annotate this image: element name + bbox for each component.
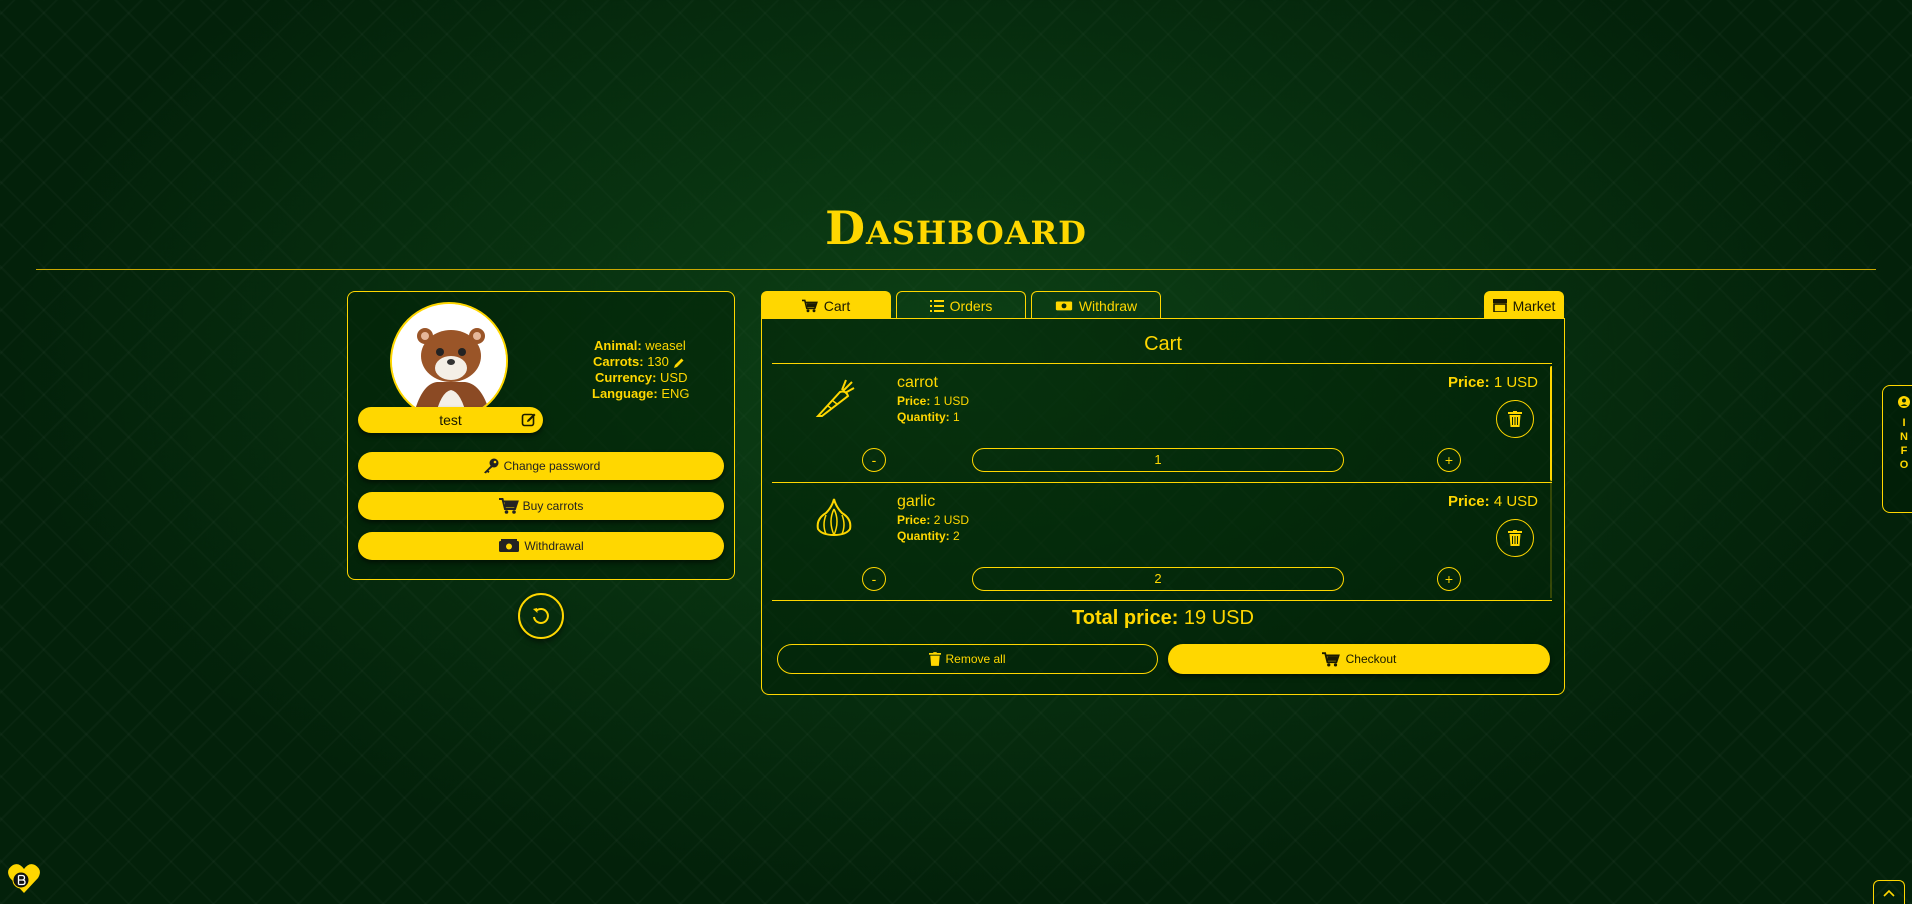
- increase-quantity-button[interactable]: +: [1437, 448, 1461, 472]
- scroll-to-top-button[interactable]: [1873, 880, 1905, 904]
- money-icon: [1055, 301, 1072, 311]
- cart-scrollbar[interactable]: [1550, 366, 1552, 598]
- decrease-quantity-button[interactable]: -: [862, 567, 886, 591]
- quantity-input[interactable]: 2: [972, 567, 1344, 591]
- chevron-up-icon: [1883, 889, 1895, 897]
- cart-icon: [801, 299, 818, 312]
- avatar: [390, 302, 508, 420]
- item-quantity: Quantity: 2: [897, 529, 960, 543]
- user-circle-icon: [1898, 396, 1910, 408]
- quantity-input[interactable]: 1: [972, 448, 1344, 472]
- profile-card: test Animal: weasel Carrots: 130 Currenc…: [347, 291, 735, 580]
- cart-title: Cart: [1144, 333, 1182, 355]
- garlic-icon: [816, 498, 852, 537]
- carrot-icon: [815, 379, 855, 417]
- store-icon: [1492, 299, 1507, 312]
- increase-quantity-button[interactable]: +: [1437, 567, 1461, 591]
- change-password-button[interactable]: Change password: [358, 452, 724, 480]
- tab-market[interactable]: Market: [1484, 291, 1564, 319]
- buy-carrots-button[interactable]: Buy carrots: [358, 492, 724, 520]
- remove-all-button[interactable]: Remove all: [777, 644, 1158, 674]
- cart-item-carrot: carrot Price: 1 USD Quantity: 1 Price: 1…: [772, 364, 1552, 482]
- edit-username-icon[interactable]: [521, 412, 537, 428]
- cart-item-garlic: garlic Price: 2 USD Quantity: 2 Price: 4…: [772, 482, 1552, 600]
- total-price: Total price: 19 USD: [1072, 607, 1254, 629]
- refresh-button[interactable]: [518, 593, 564, 639]
- item-total-price: Price: 1 USD: [1447, 374, 1538, 391]
- item-quantity: Quantity: 1: [897, 410, 960, 424]
- pencil-icon[interactable]: [673, 357, 685, 369]
- username-text: test: [439, 412, 462, 428]
- tab-withdraw[interactable]: Withdraw: [1031, 291, 1161, 319]
- trash-icon: [1508, 530, 1522, 546]
- info-animal: Animal: weasel: [594, 338, 686, 353]
- item-unit-price: Price: 1 USD: [897, 394, 970, 408]
- info-language: Language: ENG: [592, 386, 690, 401]
- profile-info: Animal: weasel Carrots: 130 Currency: US…: [592, 338, 690, 402]
- delete-item-button[interactable]: [1496, 519, 1534, 557]
- trash-icon: [929, 652, 942, 666]
- info-label: I N F O: [1899, 417, 1909, 471]
- trash-icon: [1508, 411, 1522, 427]
- delete-item-button[interactable]: [1496, 400, 1534, 438]
- tab-orders[interactable]: Orders: [896, 291, 1026, 319]
- page-title: Dashboard: [825, 201, 1087, 255]
- checkout-button[interactable]: Checkout: [1168, 644, 1550, 674]
- item-unit-price: Price: 2 USD: [897, 513, 970, 527]
- item-total-price: Price: 4 USD: [1447, 493, 1538, 510]
- info-currency: Currency: USD: [595, 370, 688, 385]
- cart-scrollbar-thumb[interactable]: [1550, 366, 1552, 481]
- cart-icon: [1321, 651, 1340, 667]
- weasel-avatar-icon: [392, 304, 506, 418]
- money-icon: [499, 539, 520, 552]
- brand-logo-icon[interactable]: [6, 860, 42, 896]
- tab-cart[interactable]: Cart: [761, 291, 891, 319]
- cart-icon: [498, 498, 519, 514]
- info-side-tab[interactable]: I N F O: [1882, 385, 1912, 513]
- username-field[interactable]: test: [358, 407, 543, 433]
- withdrawal-button[interactable]: Withdrawal: [358, 532, 724, 560]
- item-name: carrot: [897, 374, 938, 391]
- decrease-quantity-button[interactable]: -: [862, 448, 886, 472]
- cart-panel: Cart carrot Price: 1 USD Quantity: 1 Pri…: [761, 318, 1565, 695]
- key-icon: [483, 458, 499, 474]
- info-carrots: Carrots: 130: [592, 354, 690, 370]
- title-divider: [36, 269, 1876, 270]
- list-icon: [929, 299, 944, 312]
- item-name: garlic: [897, 493, 936, 510]
- cart-list[interactable]: carrot Price: 1 USD Quantity: 1 Price: 1…: [772, 363, 1552, 601]
- undo-icon: [533, 608, 549, 624]
